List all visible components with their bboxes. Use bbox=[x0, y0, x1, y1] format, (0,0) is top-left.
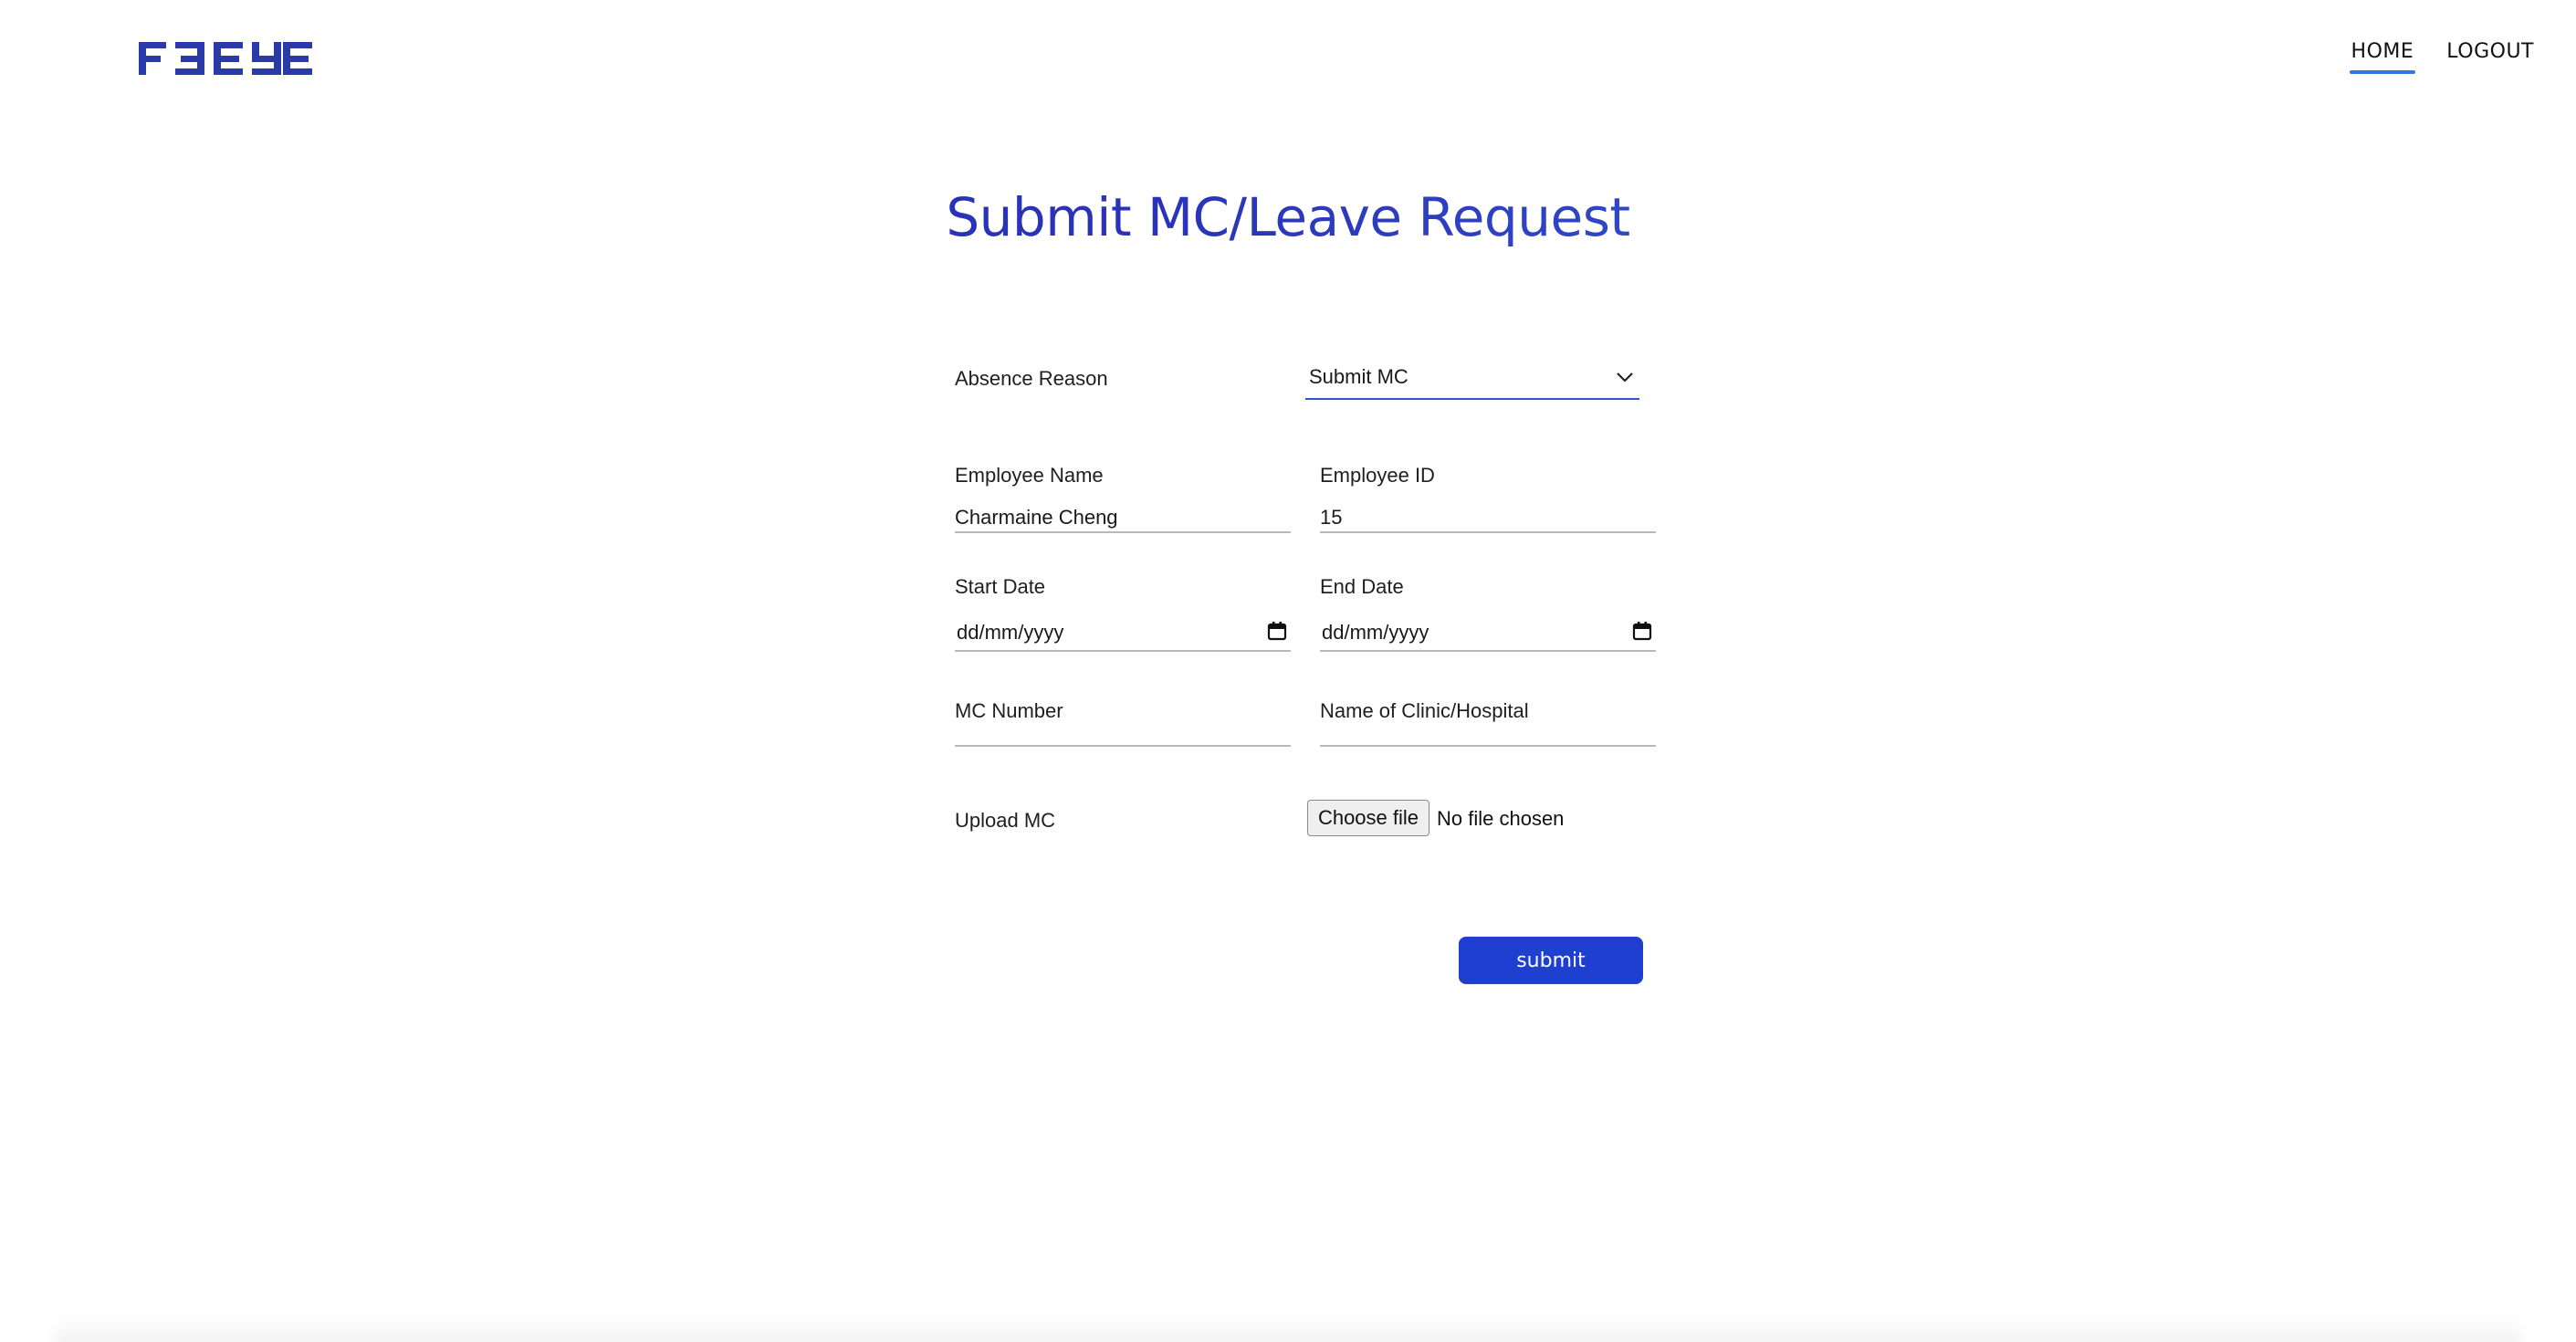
end-date-underline bbox=[1320, 650, 1656, 652]
mc-number-field[interactable] bbox=[955, 721, 1291, 745]
page: HOME LOGOUT Submit MC/Leave Request Abse… bbox=[0, 0, 2576, 1342]
clinic-name-field[interactable] bbox=[1320, 721, 1656, 745]
fbeye-logo[interactable] bbox=[139, 40, 312, 79]
employee-id-label: Employee ID bbox=[1320, 464, 1435, 487]
mc-number-underline bbox=[955, 745, 1291, 747]
absence-reason-label: Absence Reason bbox=[955, 367, 1108, 390]
end-date-input[interactable]: dd/mm/yyyy bbox=[1320, 610, 1654, 650]
start-date-label: Start Date bbox=[955, 575, 1046, 598]
nav-home[interactable]: HOME bbox=[2349, 40, 2416, 74]
end-date-placeholder: dd/mm/yyyy bbox=[1322, 621, 1429, 644]
employee-name-underline bbox=[955, 531, 1291, 533]
employee-id-field[interactable]: 15 bbox=[1320, 506, 1342, 529]
employee-name-field[interactable]: Charmaine Cheng bbox=[955, 506, 1118, 529]
employee-id-underline bbox=[1320, 531, 1656, 533]
start-date-underline bbox=[955, 650, 1291, 652]
calendar-icon[interactable] bbox=[1632, 621, 1652, 641]
clinic-name-label: Name of Clinic/Hospital bbox=[1320, 699, 1529, 722]
employee-name-label: Employee Name bbox=[955, 464, 1104, 487]
clinic-name-underline bbox=[1320, 745, 1656, 747]
start-date-placeholder: dd/mm/yyyy bbox=[957, 621, 1064, 644]
chevron-down-icon bbox=[1617, 372, 1633, 383]
upload-mc-label: Upload MC bbox=[955, 809, 1056, 832]
mc-number-label: MC Number bbox=[955, 699, 1063, 722]
calendar-icon[interactable] bbox=[1267, 621, 1287, 641]
file-status-text: No file chosen bbox=[1437, 807, 1565, 830]
choose-file-button[interactable]: Choose file bbox=[1307, 800, 1429, 836]
nav-logout[interactable]: LOGOUT bbox=[2446, 40, 2534, 74]
absence-reason-value: Submit MC bbox=[1309, 365, 1408, 388]
bottom-shadow bbox=[55, 1315, 2521, 1342]
page-title: Submit MC/Leave Request bbox=[0, 186, 2576, 248]
end-date-label: End Date bbox=[1320, 575, 1404, 598]
start-date-input[interactable]: dd/mm/yyyy bbox=[955, 610, 1289, 650]
absence-reason-select[interactable]: Submit MC bbox=[1305, 358, 1639, 400]
submit-button[interactable]: submit bbox=[1459, 937, 1643, 984]
top-nav: HOME LOGOUT bbox=[2349, 40, 2534, 74]
